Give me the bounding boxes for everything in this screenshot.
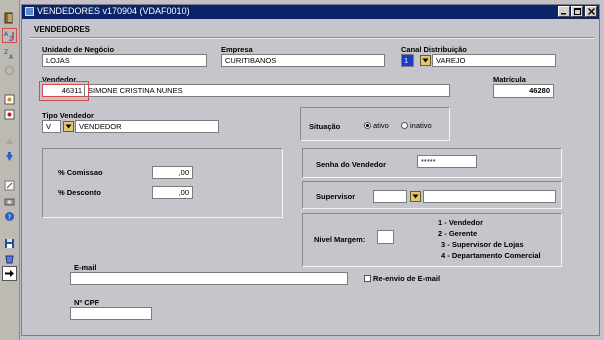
sort-descending-icon[interactable]: ZA xyxy=(2,46,17,61)
exit-arrow-icon[interactable] xyxy=(2,266,17,281)
ativo-radio[interactable] xyxy=(364,122,371,129)
matricula-field[interactable]: 46280 xyxy=(493,84,554,98)
tipo-field[interactable]: VENDEDOR xyxy=(75,120,219,133)
sort-ascending-icon[interactable]: AZ xyxy=(2,28,17,43)
nivel-field[interactable] xyxy=(377,230,394,244)
maximize-button[interactable] xyxy=(571,6,583,17)
ativo-label: ativo xyxy=(373,121,389,130)
comissao-group xyxy=(42,148,283,218)
refresh-icon[interactable] xyxy=(2,63,17,78)
title-bar: VENDEDORES v170904 (VDAF0010) xyxy=(22,5,599,19)
unidade-field[interactable]: LOJAS xyxy=(42,54,207,67)
chevron-down-icon xyxy=(412,194,419,199)
previous-icon[interactable] xyxy=(2,134,17,149)
inativo-label: inativo xyxy=(410,121,432,130)
edit-icon[interactable] xyxy=(2,178,17,193)
tipo-code-field[interactable]: V xyxy=(42,120,61,133)
svg-text:Z: Z xyxy=(4,49,8,56)
resend-email-label: Re-envio de E-mail xyxy=(373,274,441,283)
supervisor-label: Supervisor xyxy=(316,192,356,201)
tipo-dropdown-button[interactable] xyxy=(63,121,74,132)
app-icon xyxy=(25,7,34,16)
canal-field[interactable]: VAREJO xyxy=(432,54,556,67)
section-divider xyxy=(30,37,594,39)
exit-icon[interactable] xyxy=(2,10,17,25)
next-icon[interactable] xyxy=(2,149,17,164)
minimize-button[interactable] xyxy=(558,6,570,17)
clear-icon[interactable] xyxy=(2,251,17,266)
canal-label: Canal Distribuição xyxy=(401,45,467,54)
senha-label: Senha do Vendedor xyxy=(316,160,387,169)
resend-email-checkbox[interactable] xyxy=(364,275,371,282)
desconto-field[interactable]: ,00 xyxy=(152,186,193,199)
empresa-field[interactable]: CURITIBANOS xyxy=(221,54,385,67)
comissao-field[interactable]: ,00 xyxy=(152,166,193,179)
nivel-legend-1: 1 - Vendedor xyxy=(438,218,484,227)
save-icon[interactable] xyxy=(2,236,17,251)
situacao-label: Situação xyxy=(309,122,341,131)
inativo-radio[interactable] xyxy=(401,122,408,129)
svg-text:A: A xyxy=(9,54,14,60)
nivel-legend-2: 2 - Gerente xyxy=(438,229,478,238)
svg-text:?: ? xyxy=(8,214,12,222)
supervisor-dropdown-button[interactable] xyxy=(410,191,421,202)
matricula-label: Matrícula xyxy=(493,75,526,84)
help-icon[interactable]: ? xyxy=(2,209,17,224)
chevron-down-icon xyxy=(422,58,429,63)
nivel-legend-4: 4 - Departamento Comercial xyxy=(441,251,541,260)
insert-record-icon[interactable] xyxy=(2,92,17,107)
nivel-legend-3: 3 - Supervisor de Lojas xyxy=(441,240,524,249)
vendedores-window: VENDEDORES v170904 (VDAF0010) VENDEDORES… xyxy=(21,4,600,336)
vertical-toolbar: AZ ZA ? xyxy=(0,0,20,340)
senha-field[interactable]: ***** xyxy=(417,155,477,168)
empresa-label: Empresa xyxy=(221,45,253,54)
unidade-label: Unidade de Negócio xyxy=(42,45,115,54)
canal-dropdown-button[interactable] xyxy=(420,55,431,66)
supervisor-code-field[interactable] xyxy=(373,190,407,203)
section-title: VENDEDORES xyxy=(34,25,91,34)
close-button[interactable] xyxy=(585,6,597,17)
desconto-label: % Desconto xyxy=(58,188,101,197)
email-field[interactable] xyxy=(70,272,348,285)
comissao-label: % Comissao xyxy=(58,168,103,177)
tipo-label: Tipo Vendedor xyxy=(42,111,94,120)
window-title: VENDEDORES v170904 (VDAF0010) xyxy=(37,6,190,16)
cpf-field[interactable] xyxy=(70,307,152,320)
chevron-down-icon xyxy=(65,124,72,129)
supervisor-name-field[interactable] xyxy=(423,190,556,203)
cpf-label: Nº CPF xyxy=(74,298,100,307)
camera-icon[interactable] xyxy=(2,194,17,209)
vendedor-name-field[interactable]: SIMONE CRISTINA NUNES xyxy=(84,84,450,97)
nivel-label: Nivel Margem: xyxy=(314,235,366,244)
canal-code-field[interactable]: 1 xyxy=(401,54,414,67)
vendedor-highlight xyxy=(39,81,89,101)
delete-record-icon[interactable] xyxy=(2,107,17,122)
email-label: E-mail xyxy=(74,263,97,272)
